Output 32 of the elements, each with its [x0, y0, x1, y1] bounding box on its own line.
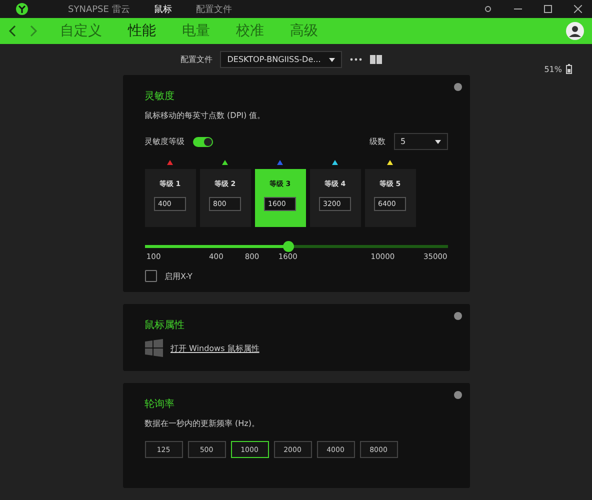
- battery-reading: 51%: [544, 64, 562, 74]
- nav-tab[interactable]: 性能: [128, 22, 156, 40]
- avatar-icon[interactable]: [566, 22, 584, 40]
- back-icon[interactable]: [8, 25, 16, 37]
- title-tab[interactable]: 鼠标: [154, 2, 172, 16]
- more-icon[interactable]: [350, 58, 362, 61]
- caret-icon: [434, 140, 440, 144]
- card-description: 数据在一秒内的更新频率 (Hz)。: [144, 418, 260, 429]
- title-tab[interactable]: 配置文件: [196, 2, 232, 16]
- close-icon[interactable]: [574, 5, 582, 13]
- dpi-slider-thumb[interactable]: [282, 241, 294, 252]
- count-label: 级数: [370, 136, 386, 147]
- card-title: 鼠标属性: [144, 318, 186, 332]
- battery-icon: [566, 64, 572, 74]
- windows-logo-icon: [144, 339, 162, 357]
- card-title: 灵敏度: [144, 90, 176, 103]
- profile-label: 配置文件: [180, 54, 212, 65]
- maximize-icon[interactable]: [544, 5, 552, 13]
- minimize-icon[interactable]: [514, 8, 522, 10]
- stages-label: 灵敏度等级: [144, 136, 184, 147]
- windows-mouse-properties-link[interactable]: 打开 Windows 鼠标属性: [170, 342, 260, 354]
- stages-toggle[interactable]: [192, 136, 212, 146]
- app-name: SYNAPSE 雷云: [68, 4, 130, 16]
- xy-label: 启用X-Y: [164, 270, 192, 282]
- card-title: 轮询率: [144, 398, 176, 411]
- xy-checkbox[interactable]: [144, 270, 156, 282]
- profile-dropdown[interactable]: DESKTOP-BNGIISS-De...: [220, 51, 342, 68]
- count-dropdown[interactable]: 5: [394, 133, 448, 150]
- logo-icon: [16, 3, 28, 15]
- book-icon[interactable]: [370, 55, 382, 64]
- caret-icon: [328, 58, 335, 62]
- card-description: 鼠标移动的每英寸点数 (DPI) 值。: [144, 110, 266, 121]
